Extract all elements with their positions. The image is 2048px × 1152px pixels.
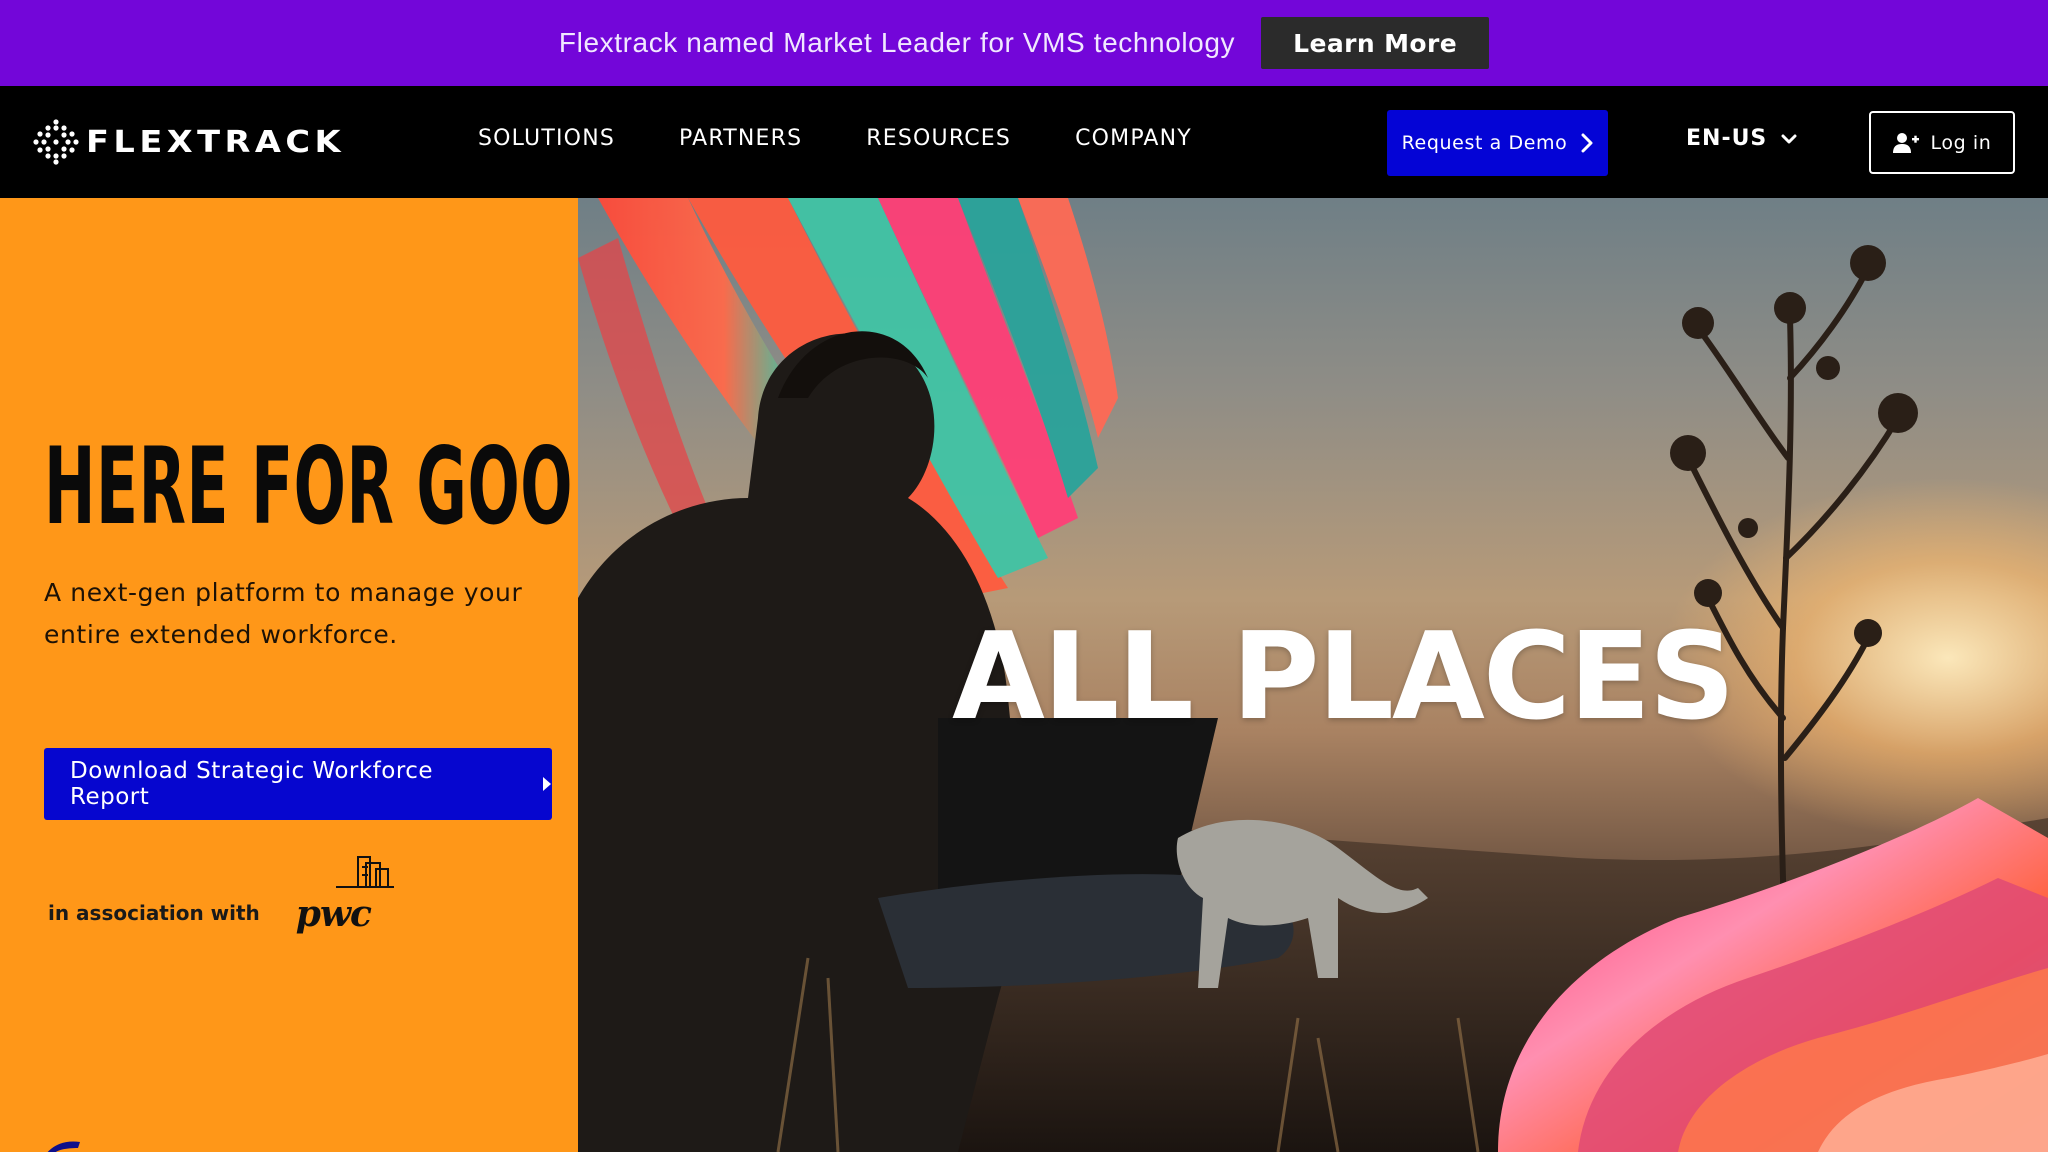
request-demo-button[interactable]: Request a Demo <box>1387 110 1608 176</box>
chevron-down-icon <box>1781 134 1797 143</box>
logo-wordmark: FLEXTRACK <box>86 124 346 160</box>
download-report-label: Download Strategic Workforce Report <box>70 758 434 810</box>
flextrack-logo[interactable]: FLEXTRACK <box>32 118 341 166</box>
request-demo-label: Request a Demo <box>1401 132 1568 154</box>
hero-title: HERE FOR GOOD. <box>44 425 649 548</box>
language-selector[interactable]: EN-US <box>1686 126 1797 151</box>
menu-item-resources[interactable]: RESOURCES <box>866 126 1011 151</box>
pwc-logo-mark-icon <box>335 856 394 888</box>
menu-item-partners[interactable]: PARTNERS <box>679 126 802 151</box>
flextrack-logo-icon <box>33 119 79 165</box>
announcement-bar: Flextrack named Market Leader for VMS te… <box>0 0 2048 86</box>
learn-more-button[interactable]: Learn More <box>1261 17 1490 69</box>
menu-item-company[interactable]: COMPANY <box>1075 126 1192 151</box>
decorative-swoosh-icon <box>47 1141 80 1152</box>
download-report-button[interactable]: Download Strategic Workforce Report <box>44 748 552 820</box>
pwc-wordmark: pwc <box>295 893 372 935</box>
primary-menu: SOLUTIONS PARTNERS RESOURCES COMPANY <box>478 126 1256 151</box>
pwc-logo: pwc <box>296 853 406 935</box>
menu-item-solutions[interactable]: SOLUTIONS <box>478 126 615 151</box>
hero-image: ALL PLACES <box>578 198 2048 1152</box>
language-label: EN-US <box>1686 126 1768 151</box>
user-plus-icon <box>1892 132 1919 153</box>
caret-right-icon <box>543 777 551 791</box>
hero-subtitle: A next-gen platform to manage your entir… <box>44 578 523 649</box>
chevron-right-icon <box>1581 133 1593 153</box>
login-label: Log in <box>1930 131 1992 154</box>
partner-association: in association with pwc <box>48 853 406 935</box>
announcement-text: Flextrack named Market Leader for VMS te… <box>558 27 1236 58</box>
hero-image-headline: ALL PLACES <box>952 608 1735 747</box>
main-nav: FLEXTRACK SOLUTIONS PARTNERS RESOURCES C… <box>0 86 2048 198</box>
login-button[interactable]: Log in <box>1869 111 2015 174</box>
hero-left-panel: HERE FOR GOOD. A next-gen platform to ma… <box>0 198 648 1152</box>
association-text: in association with <box>48 901 260 925</box>
